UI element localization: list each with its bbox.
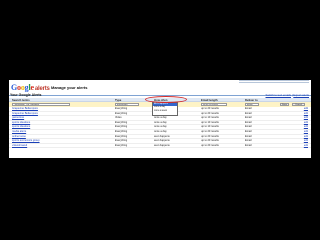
edit-link[interactable]: edit	[304, 144, 308, 148]
type-select[interactable]: Everything	[115, 103, 139, 106]
search-term-input[interactable]: "basketball" OR "baseball"	[12, 103, 70, 106]
export-alerts-link[interactable]: Export alerts	[293, 93, 309, 97]
page-title: Manage your alerts	[51, 85, 88, 90]
email-length-select[interactable]: up to 20 results	[201, 103, 227, 106]
switch-text-emails-link[interactable]: Switch to text emails	[266, 93, 292, 97]
search-term-link[interactable]: videoshowed	[12, 144, 27, 148]
header-links: Switch to text emails | Export alerts	[265, 93, 309, 97]
header: Googlealerts Manage your alerts	[9, 83, 311, 96]
section-heading: Your Google Alerts	[10, 93, 42, 97]
logo-suffix: alerts	[34, 86, 50, 92]
deliver-to-cell: Email	[245, 143, 252, 147]
table-row: videoshowed Everything as-it-happens up to …	[9, 144, 311, 149]
how-often-cell: as-it-happens	[154, 143, 170, 147]
logo-letter: e	[30, 83, 35, 92]
how-often-dropdown[interactable]: as-it-happens once a day once a week	[152, 102, 178, 116]
type-cell: Everything	[115, 143, 128, 147]
deliver-to-select[interactable]: Email	[245, 103, 259, 106]
dropdown-option[interactable]: once a week	[153, 110, 177, 113]
cancel-button[interactable]: Cancel	[292, 103, 305, 106]
email-length-cell: up to 20 results	[201, 143, 219, 147]
highlight-circle	[145, 96, 187, 103]
alerts-page: Googlealerts Manage your alerts Your Goo…	[9, 80, 311, 158]
save-button[interactable]: Save	[280, 103, 289, 106]
